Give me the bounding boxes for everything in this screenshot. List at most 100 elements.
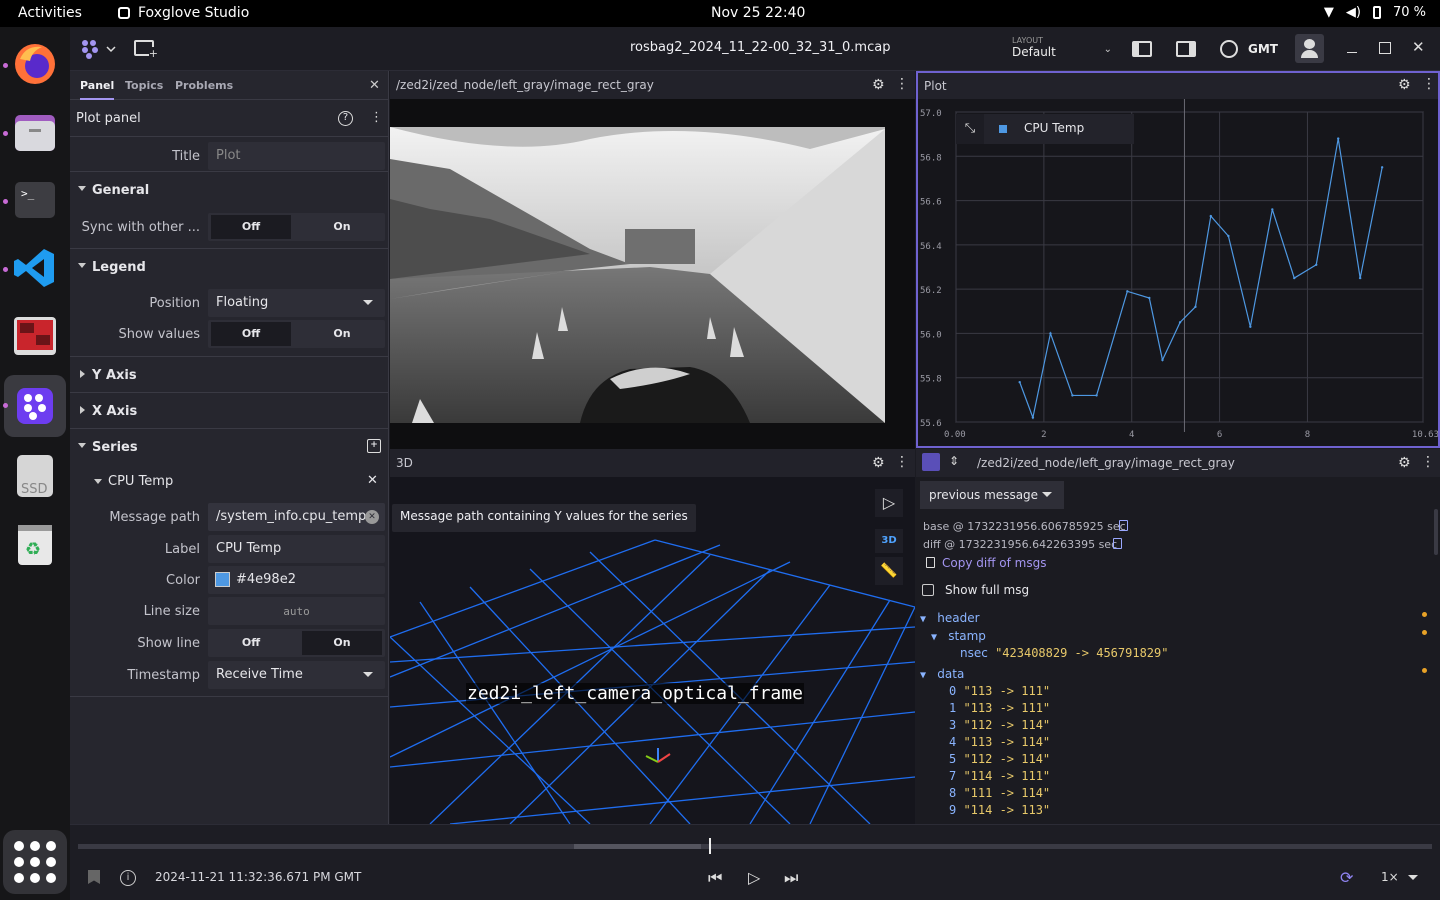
more-vert-icon[interactable]: ⋮	[1422, 76, 1436, 92]
camera-image[interactable]	[390, 99, 915, 449]
minimize-icon[interactable]	[1347, 52, 1357, 53]
firefox-icon[interactable]	[10, 39, 60, 89]
globe-icon[interactable]	[1220, 40, 1238, 58]
vscode-icon[interactable]	[10, 243, 60, 293]
data-point	[1271, 208, 1274, 211]
info-icon[interactable]: i	[120, 870, 136, 886]
title-input[interactable]: Plot	[208, 142, 385, 170]
color-input[interactable]: #4e98e2	[208, 566, 385, 594]
play-icon[interactable]: ▷	[748, 868, 760, 887]
add-panel-button[interactable]: +	[134, 40, 158, 60]
more-vert-icon[interactable]: ⋮	[1421, 454, 1435, 470]
more-vert-icon[interactable]: ⋮	[895, 76, 909, 92]
layout-selector[interactable]: LAYOUT Default ⌄	[1012, 36, 1112, 64]
show-line-off-option[interactable]: Off	[211, 631, 291, 655]
diff-mode-select[interactable]: previous message	[920, 481, 1064, 509]
label-input[interactable]: CPU Temp	[208, 535, 385, 563]
right-sidebar-toggle-icon[interactable]	[1176, 41, 1196, 57]
legend-series-label[interactable]: CPU Temp	[1024, 121, 1084, 135]
gear-icon[interactable]: ⚙	[872, 455, 885, 471]
clear-input-icon[interactable]: ✕	[365, 510, 379, 524]
timeline-playhead[interactable]	[708, 838, 711, 854]
clock[interactable]: Nov 25 22:40	[711, 5, 805, 21]
left-sidebar-toggle-icon[interactable]	[1132, 41, 1152, 57]
show-apps-button[interactable]	[3, 830, 67, 894]
section-legend[interactable]: Legend	[70, 248, 388, 284]
tree-stamp-row[interactable]: ▼ stamp	[931, 629, 986, 643]
measure-ruler-icon[interactable]: 📏	[875, 557, 903, 585]
show-full-checkbox[interactable]	[922, 584, 934, 596]
collapse-legend-icon[interactable]: ⤡	[956, 114, 984, 144]
color-swatch[interactable]	[215, 572, 230, 587]
timezone-label[interactable]: GMT	[1248, 42, 1278, 56]
section-x-axis[interactable]: X Axis	[70, 392, 388, 428]
gear-icon[interactable]: ⚙	[872, 77, 885, 93]
system-monitor-icon[interactable]	[10, 311, 60, 361]
show-line-toggle[interactable]: Off On	[208, 629, 385, 657]
series-item-row[interactable]: CPU Temp ✕	[70, 464, 388, 498]
message-path-input[interactable]: /system_info.cpu_temp ✕	[208, 503, 385, 531]
close-sidebar-icon[interactable]: ✕	[369, 78, 380, 93]
show-values-off-option[interactable]: Off	[211, 322, 291, 346]
scrollbar[interactable]	[1434, 509, 1438, 555]
select-tool-icon[interactable]: ▷	[875, 489, 903, 517]
activities-button[interactable]: Activities	[18, 5, 82, 21]
sync-toggle[interactable]: Off On	[208, 213, 385, 241]
gear-icon[interactable]: ⚙	[1398, 77, 1411, 93]
files-icon[interactable]	[10, 107, 60, 157]
close-window-icon[interactable]: ✕	[1412, 38, 1425, 56]
gear-icon[interactable]: ⚙	[1398, 455, 1411, 471]
chevron-down-icon[interactable]	[1408, 875, 1418, 880]
help-icon[interactable]: ?	[338, 111, 353, 126]
show-line-on-option[interactable]: On	[302, 631, 382, 655]
trash-icon[interactable]: ♻	[10, 519, 60, 569]
show-values-on-option[interactable]: On	[302, 322, 382, 346]
skip-back-icon[interactable]: ⏮	[708, 868, 722, 888]
tab-panel[interactable]: Panel	[80, 79, 115, 100]
ssd-drive-icon[interactable]: SSD	[10, 451, 60, 501]
tree-data-row[interactable]: ▼ data	[920, 667, 964, 681]
add-series-icon[interactable]: +	[367, 439, 381, 453]
sync-on-option[interactable]: On	[302, 215, 382, 239]
section-series[interactable]: Series +	[70, 428, 388, 464]
user-avatar-icon[interactable]	[1295, 34, 1324, 63]
skip-forward-icon[interactable]: ⏭	[784, 868, 798, 888]
foxglove-dock-item[interactable]	[4, 375, 66, 437]
maximize-icon[interactable]	[1379, 42, 1391, 54]
more-vert-icon[interactable]: ⋮	[370, 110, 383, 125]
sync-off-option[interactable]: Off	[211, 215, 291, 239]
bookmark-icon[interactable]	[88, 870, 100, 884]
loop-icon[interactable]: ⟳	[1340, 868, 1353, 887]
show-values-toggle[interactable]: Off On	[208, 320, 385, 348]
section-y-axis[interactable]: Y Axis	[70, 356, 388, 392]
copy-diff-link[interactable]: Copy diff of msgs	[942, 556, 1046, 570]
tree-header-row[interactable]: ▼ header	[920, 611, 980, 625]
y-tick-label: 57.0	[920, 109, 942, 119]
position-select[interactable]: Floating	[208, 289, 385, 317]
section-general[interactable]: General	[70, 171, 388, 207]
copy-icon[interactable]	[1113, 538, 1122, 549]
data-point	[1148, 296, 1151, 300]
plot-chart[interactable]: 57.0 56.8 56.6 56.4 56.2 56.0 55.8 55.60.00 2 4 6 8…	[918, 99, 1438, 446]
y-tick-label: 56.2	[920, 286, 942, 296]
tab-problems[interactable]: Problems	[175, 79, 233, 92]
playback-speed[interactable]: 1×	[1381, 870, 1399, 884]
more-vert-icon[interactable]: ⋮	[895, 454, 909, 470]
current-time[interactable]: 2024-11-21 11:32:36.671 PM GMT	[155, 870, 361, 884]
terminal-icon[interactable]: >_	[10, 175, 60, 225]
copy-icon[interactable]	[1119, 520, 1128, 531]
line-size-input[interactable]: auto	[208, 597, 385, 625]
tab-topics[interactable]: Topics	[125, 79, 163, 92]
remove-series-icon[interactable]: ✕	[367, 473, 378, 488]
diff-mode-icon[interactable]	[922, 453, 940, 471]
y-tick-label: 56.4	[920, 242, 942, 252]
data-point	[1209, 214, 1213, 218]
timeline-track[interactable]	[78, 838, 1432, 854]
system-tray[interactable]: ▼ ◀) 70 %	[1324, 5, 1426, 20]
copy-icon[interactable]	[926, 557, 935, 568]
expand-collapse-icon[interactable]: ⇕	[949, 454, 959, 468]
app-menu-button[interactable]	[80, 39, 120, 59]
view-mode-badge[interactable]: 3D	[875, 529, 903, 553]
app-menu[interactable]: Foxglove Studio	[118, 5, 249, 21]
timestamp-select[interactable]: Receive Time	[208, 661, 385, 689]
